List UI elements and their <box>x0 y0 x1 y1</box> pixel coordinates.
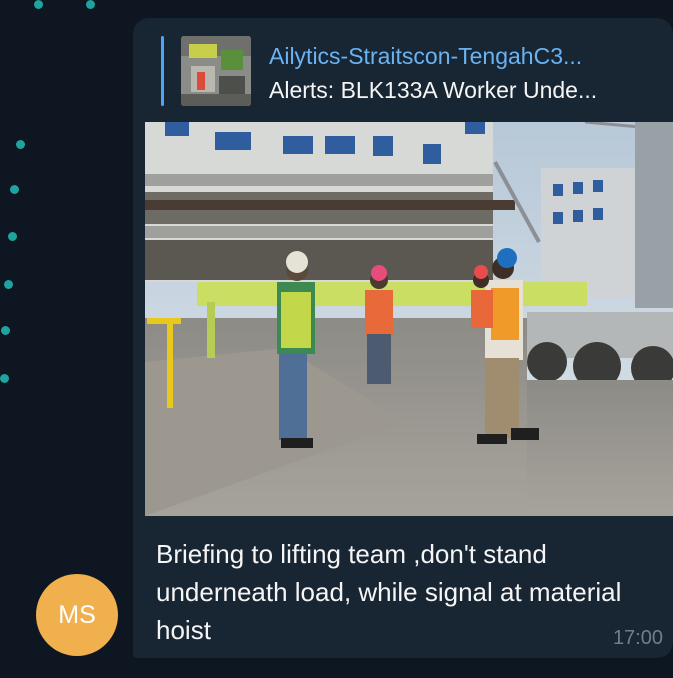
message-time: 17:00 <box>612 627 663 649</box>
message-bubble[interactable]: Ailytics-Straitscon-TengahC3... Alerts: … <box>133 18 673 658</box>
wallpaper-dot <box>86 0 95 9</box>
reply-text: Alerts: BLK133A Worker Unde... <box>269 77 598 103</box>
chat-window: Ailytics-Straitscon-TengahC3... Alerts: … <box>0 0 673 678</box>
wallpaper-dot <box>16 140 25 149</box>
sender-avatar[interactable]: MS <box>36 574 118 656</box>
sender-initials: MS <box>58 600 96 629</box>
reply-preview[interactable]: Ailytics-Straitscon-TengahC3... Alerts: … <box>161 36 661 106</box>
wallpaper-dot <box>1 326 10 335</box>
reply-accent-bar <box>161 36 164 106</box>
wallpaper-dot <box>4 280 13 289</box>
wallpaper-dot <box>8 232 17 241</box>
reply-thumbnail-image <box>181 36 251 106</box>
reply-thumbnail <box>181 36 251 106</box>
wallpaper-dot <box>0 374 9 383</box>
message-caption: Briefing to lifting team ,don't stand un… <box>156 539 622 645</box>
construction-site-photo <box>145 122 673 516</box>
wallpaper-dot <box>10 185 19 194</box>
wallpaper-dot <box>34 0 43 9</box>
message-photo[interactable] <box>145 122 673 516</box>
reply-chat-name: Ailytics-Straitscon-TengahC3... <box>269 43 583 69</box>
